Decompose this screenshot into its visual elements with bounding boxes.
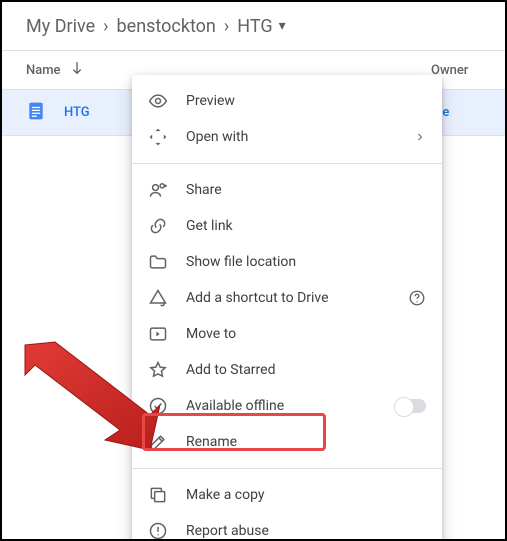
share-icon <box>148 180 168 200</box>
open-with-icon <box>148 127 168 147</box>
menu-report-abuse[interactable]: Report abuse <box>132 513 442 541</box>
menu-label: Add a shortcut to Drive <box>186 290 408 306</box>
star-icon <box>148 360 168 380</box>
menu-get-link[interactable]: Get link <box>132 208 442 244</box>
menu-rename[interactable]: Rename <box>132 424 442 460</box>
help-icon[interactable] <box>408 289 426 307</box>
menu-separator <box>132 163 442 164</box>
context-menu: Preview Open with Share Get link <box>132 75 442 541</box>
breadcrumb: My Drive › benstockton › HTG ▾ <box>2 2 505 50</box>
menu-label: Move to <box>186 326 426 342</box>
column-name[interactable]: Name <box>26 63 61 78</box>
sort-descending-icon[interactable] <box>69 60 85 80</box>
menu-label: Share <box>186 182 426 198</box>
chevron-right-icon: › <box>103 16 108 37</box>
report-icon <box>148 521 168 541</box>
pencil-icon <box>148 432 168 452</box>
chevron-right-icon <box>414 131 426 143</box>
menu-label: Rename <box>186 434 426 450</box>
menu-make-a-copy[interactable]: Make a copy <box>132 477 442 513</box>
offline-icon <box>148 396 168 416</box>
breadcrumb-mydrive[interactable]: My Drive <box>26 16 95 37</box>
breadcrumb-htg[interactable]: HTG <box>237 16 272 37</box>
menu-add-starred[interactable]: Add to Starred <box>132 352 442 388</box>
menu-preview[interactable]: Preview <box>132 83 442 119</box>
menu-show-location[interactable]: Show file location <box>132 244 442 280</box>
menu-move-to[interactable]: Move to <box>132 316 442 352</box>
menu-label: Add to Starred <box>186 362 426 378</box>
menu-share[interactable]: Share <box>132 172 442 208</box>
drive-shortcut-icon <box>148 288 168 308</box>
folder-icon <box>148 252 168 272</box>
google-docs-icon <box>26 101 46 125</box>
menu-separator <box>132 468 442 469</box>
chevron-right-icon: › <box>224 16 229 37</box>
link-icon <box>148 216 168 236</box>
menu-label: Open with <box>186 129 414 145</box>
menu-label: Make a copy <box>186 487 426 503</box>
copy-icon <box>148 485 168 505</box>
menu-label: Get link <box>186 218 426 234</box>
breadcrumb-benstockton[interactable]: benstockton <box>117 16 216 37</box>
move-icon <box>148 324 168 344</box>
eye-icon <box>148 91 168 111</box>
menu-label: Report abuse <box>186 523 426 539</box>
menu-label: Available offline <box>186 398 396 414</box>
folder-dropdown-icon[interactable]: ▾ <box>279 18 286 34</box>
offline-toggle[interactable] <box>396 399 426 413</box>
menu-label: Preview <box>186 93 426 109</box>
menu-label: Show file location <box>186 254 426 270</box>
menu-add-shortcut[interactable]: Add a shortcut to Drive <box>132 280 442 316</box>
menu-open-with[interactable]: Open with <box>132 119 442 155</box>
menu-available-offline[interactable]: Available offline <box>132 388 442 424</box>
